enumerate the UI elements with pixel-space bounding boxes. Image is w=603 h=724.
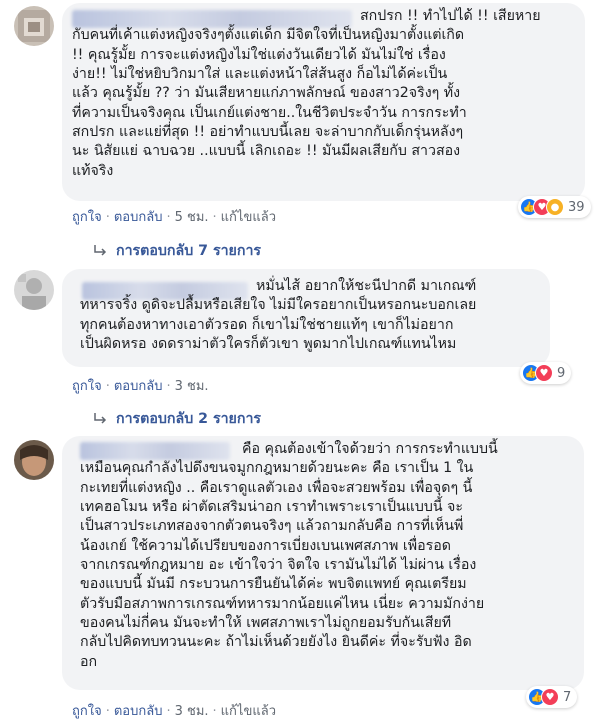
edited-label[interactable]: แก้ไขแล้ว: [221, 700, 276, 721]
comment-line: หมั่นไส้ อยากให้ชะนีปากดี มาเกณฑ์: [256, 278, 477, 294]
comment-line: น้องเกย์ ใช้ความได้เปรียบของการเบี่ยงเบน…: [80, 538, 451, 554]
comment-line: จากเกรณฑ์กฎหมาย อะ เข้าใจว่า จิตใจ เรามั…: [80, 557, 477, 573]
avatar[interactable]: [14, 270, 54, 310]
avatar[interactable]: [14, 6, 54, 46]
comment-line: ง่าย!! ไม่ใช่หยิบวิกมาใส่ และแต่งหน้าใส่…: [72, 66, 448, 82]
timestamp[interactable]: 3 ชม.: [175, 375, 209, 396]
comment-line: สกปรก !! ทำไปได้ !! เสียหาย: [360, 8, 541, 24]
reaction-count: 39: [568, 199, 585, 215]
like-button[interactable]: ถูกใจ: [72, 375, 102, 396]
comment-line: นะ นิสัยแย่ ฉาบฉวย ..แบบนี้ เลิกเถอะ !! …: [72, 143, 461, 159]
comment-2: หมั่นไส้ อยากให้ชะนีปากดี มาเกณฑ์ ทหารจร…: [0, 260, 603, 430]
comment-line: ของแบบนี้ มันมี กระบวนการยืนยันได้ค่ะ พบ…: [80, 576, 467, 592]
wow-icon: ●: [546, 198, 564, 216]
comment-actions: ถูกใจ · ตอบกลับ · 3 ชม. · แก้ไขแล้ว: [72, 700, 276, 721]
comment-line: กะเทยที่แต่งหญิง .. คือเราดูแลตัวเอง เพื…: [80, 480, 473, 496]
reply-button[interactable]: ตอบกลับ: [114, 700, 163, 721]
like-button[interactable]: ถูกใจ: [72, 700, 102, 721]
comment-line: ของคนไม่กี่คน มันจะทำให้ เพศสภาพเราไม่ถู…: [80, 615, 452, 631]
timestamp[interactable]: 5 ชม.: [175, 206, 209, 227]
comment-line: ที่ความเป็นจริงคุณ เป็นเกย์แต่งชาย..ในชี…: [72, 105, 467, 121]
comment-1: สกปรก !! ทำไปได้ !! เสียหาย กับคนที่เค้า…: [0, 0, 603, 260]
comment-line: ตัวรับมือสภาพการเกรณฑ์ทหารมากน้อยแค่ไหน …: [80, 596, 485, 612]
avatar[interactable]: [14, 440, 54, 480]
comment-line: อก: [80, 654, 98, 670]
timestamp[interactable]: 3 ชม.: [175, 700, 209, 721]
like-button[interactable]: ถูกใจ: [72, 206, 102, 227]
comment-line: !! คุณรู้มั้ย การจะแต่งหญิงไม่ใช่แต่งวัน…: [72, 47, 446, 63]
comment-actions: ถูกใจ · ตอบกลับ · 3 ชม.: [72, 375, 209, 396]
comment-line: ทุกคนต้องหาทางเอาตัวรอด ก็เขาไม่ใช่ชายแท…: [80, 317, 454, 333]
comment-line: คือ คุณต้องเข้าใจด้วยว่า การกระทำแบบนี้: [242, 441, 498, 457]
comment-line: สกปรก และแย่ที่สุด !! อย่าทำแบบนี้เลย จะ…: [72, 124, 464, 140]
replies-label: การตอบกลับ 2 รายการ: [116, 411, 262, 427]
reaction-count: 7: [563, 689, 572, 705]
replies-label: การตอบกลับ 7 รายการ: [116, 243, 262, 259]
comment-line: กับคนที่เค้าแต่งหญิงจริงๆตั้งแต่เด็ก มีจ…: [72, 27, 465, 43]
reaction-count: 9: [557, 365, 566, 381]
reply-button[interactable]: ตอบกลับ: [114, 206, 163, 227]
comment-3: คือ คุณต้องเข้าใจด้วยว่า การกระทำแบบนี้ …: [0, 430, 603, 724]
comment-line: เทคฮอโมน หรือ ผ่าตัดเสริมน่าอก เราทำเพรา…: [80, 499, 463, 515]
view-replies-link[interactable]: การตอบกลับ 2 รายการ: [92, 408, 261, 430]
reaction-summary[interactable]: 👍 ♥ 7: [526, 686, 578, 708]
comment-line: เหมือนคุณกำลังไปดึงขนจมูกกฎหมายด้วยนะคะ …: [80, 460, 474, 476]
reply-arrow-icon: [94, 413, 107, 424]
comment-actions: ถูกใจ · ตอบกลับ · 5 ชม. · แก้ไขแล้ว: [72, 206, 276, 227]
reply-button[interactable]: ตอบกลับ: [114, 375, 163, 396]
comment-line: แท้จริง: [72, 163, 114, 179]
reaction-summary[interactable]: 👍 ♥ ● 39: [518, 196, 591, 218]
edited-label[interactable]: แก้ไขแล้ว: [221, 206, 276, 227]
view-replies-link[interactable]: การตอบกลับ 7 รายการ: [92, 240, 261, 262]
comment-line: กลับไปคิดทบทวนนะคะ ถ้าไม่เห็นด้วยยังไง ย…: [80, 634, 472, 650]
reaction-summary[interactable]: 👍 ♥ 9: [520, 362, 572, 384]
commenter-name[interactable]: [80, 442, 230, 460]
comment-line: ทหารจริ้ง ดูดิจะปลื้มหรือเสียใจ ไม่มีใคร…: [80, 297, 477, 313]
comment-line: แล้ว คุณรู้มั้ย ?? ว่า มันเสียหายแก่ภาพล…: [72, 85, 461, 101]
comment-line: เป็นผิดหรอ งดดราม่าตัวใครก็ตัวเขา พูดมาก…: [80, 336, 457, 352]
love-icon: ♥: [535, 364, 553, 382]
comment-line: เป็นสาวประเภทสองจากตัวตนจริงๆ แล้วถามกลั…: [80, 518, 464, 534]
reply-arrow-icon: [94, 245, 107, 256]
love-icon: ♥: [541, 688, 559, 706]
